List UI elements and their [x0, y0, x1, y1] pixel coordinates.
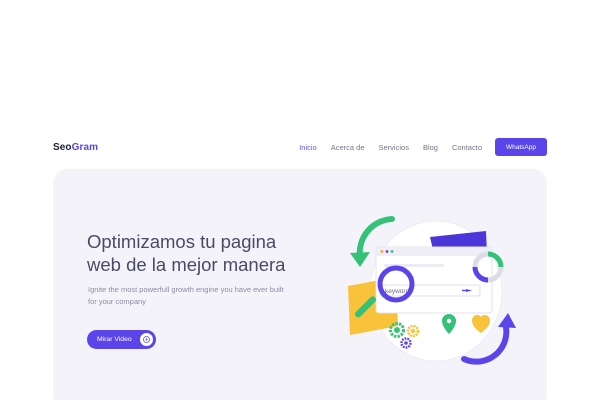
whatsapp-button[interactable]: WhatsApp — [495, 138, 547, 156]
nav-item-acerca-de[interactable]: Acerca de — [331, 143, 365, 152]
hero-title-line1: Optimizamos tu pagina — [87, 231, 277, 252]
nav-item-servicios[interactable]: Servicios — [379, 143, 409, 152]
nav-item-contacto[interactable]: Contacto — [452, 143, 482, 152]
hero-section: Optimizamos tu pagina web de la mejor ma… — [53, 169, 547, 400]
seo-illustration: keyword — [348, 216, 516, 365]
nav-item-blog[interactable]: Blog — [423, 143, 438, 152]
brand-logo-part2: Gram — [71, 141, 99, 153]
top-navbar: SeoGram Inicio Acerca de Servicios Blog … — [53, 137, 547, 157]
nav-item-inicio[interactable]: Inicio — [299, 143, 317, 152]
hero-title-line2: web de la mejor manera — [87, 254, 286, 275]
hero-title: Optimizamos tu pagina web de la mejor ma… — [87, 230, 327, 276]
browser-window — [375, 246, 493, 314]
watch-video-button[interactable]: Mirar Video — [87, 330, 156, 349]
nav-menu: Inicio Acerca de Servicios Blog Contacto… — [285, 138, 547, 156]
watch-video-label: Mirar Video — [97, 336, 132, 343]
brand-logo-part1: Seo — [53, 141, 72, 153]
hero-subtitle: Ignite the most powerfull growth engine … — [88, 285, 284, 306]
play-icon — [140, 333, 153, 346]
landing-page: SeoGram Inicio Acerca de Servicios Blog … — [0, 0, 600, 400]
brand-logo[interactable]: SeoGram — [53, 142, 98, 153]
